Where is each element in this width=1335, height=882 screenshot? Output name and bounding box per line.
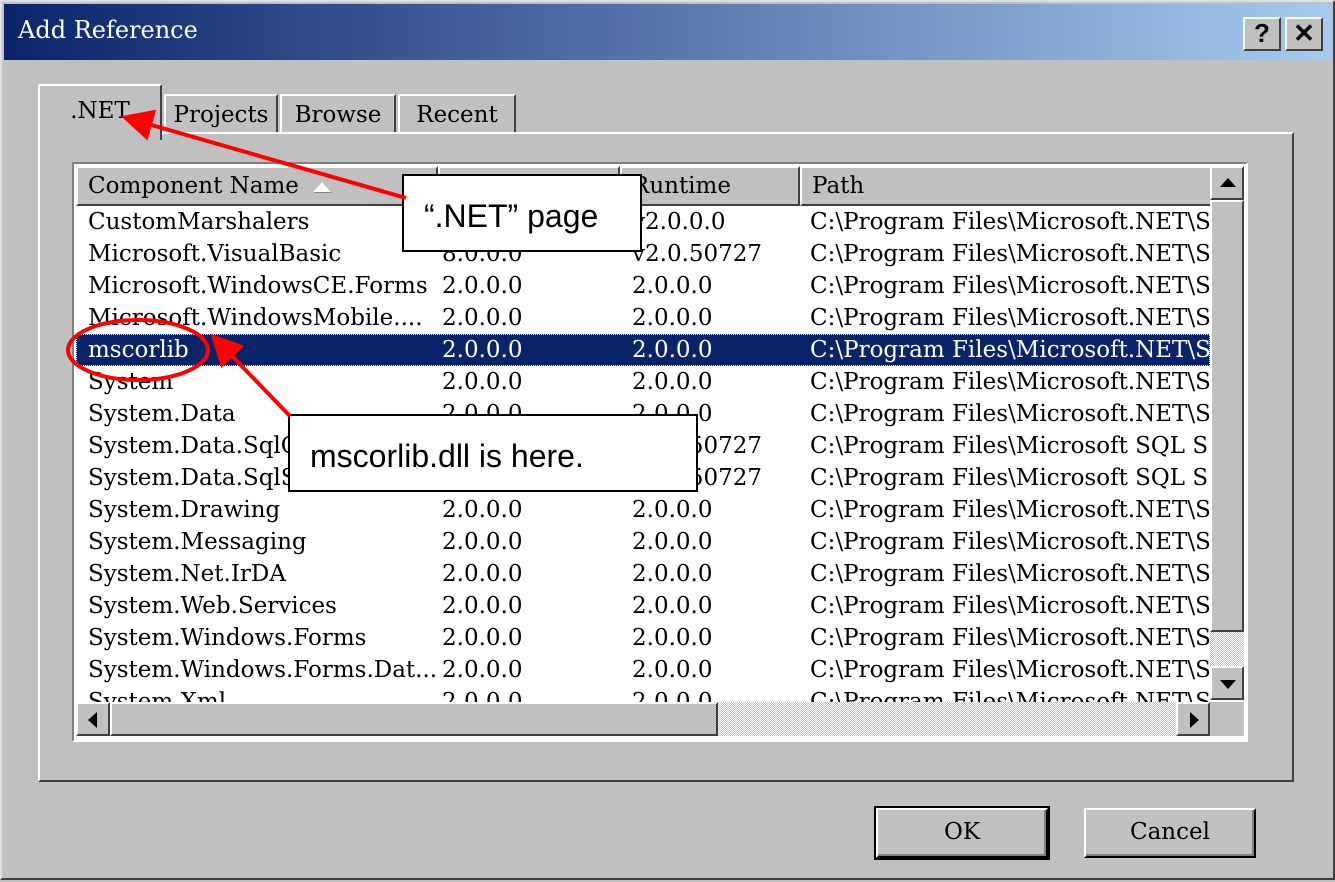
- list-header: Component Name Runtime Path: [76, 166, 1210, 206]
- tab-dotnet[interactable]: .NET: [38, 84, 162, 140]
- cell-path: C:\Program Files\Microsoft SQL S: [810, 433, 1209, 459]
- table-row[interactable]: System.Windows.Forms.Dat... 2.0.0.0 2.0.0.…: [76, 654, 1210, 686]
- column-header-component-name[interactable]: Component Name: [76, 166, 438, 206]
- cell-runtime: 2.0.0.0: [632, 369, 713, 395]
- cell-path: C:\Program Files\Microsoft.NET\S: [810, 529, 1210, 555]
- dialog-title: Add Reference: [18, 16, 198, 44]
- cell-runtime: v2.0.50727: [632, 241, 763, 267]
- cell-path: C:\Program Files\Microsoft.NET\S: [810, 273, 1210, 299]
- cell-version: 2.0.0.0: [442, 625, 523, 651]
- cell-component-name: Microsoft.WindowsMobile....: [88, 305, 423, 331]
- cell-runtime: 2.0.0.0: [632, 625, 713, 651]
- cell-version: 2.0.0.0: [442, 593, 523, 619]
- cell-path: C:\Program Files\Microsoft.NET\S: [810, 689, 1210, 702]
- table-row[interactable]: System.Messaging 2.0.0.0 2.0.0.0 C:\Program…: [76, 526, 1210, 558]
- tab-projects[interactable]: Projects: [164, 94, 278, 136]
- arrow-up-icon: [1220, 178, 1236, 187]
- scrollbar-corner: [1210, 702, 1244, 736]
- cell-component-name: mscorlib: [88, 337, 189, 363]
- cell-version: 2.0.0.0: [442, 561, 523, 587]
- cell-component-name: System.Messaging: [88, 529, 307, 555]
- cell-path: C:\Program Files\Microsoft.NET\S: [810, 625, 1210, 651]
- table-row[interactable]: System 2.0.0.0 2.0.0.0 C:\Program Files\Mic…: [76, 366, 1210, 398]
- cell-runtime: 2.0.0.0: [632, 337, 713, 363]
- cell-path: C:\Program Files\Microsoft SQL S: [810, 465, 1209, 491]
- cell-path: C:\Program Files\Microsoft.NET\S: [810, 657, 1210, 683]
- cell-runtime: 2.0.0.0: [632, 497, 713, 523]
- arrow-right-icon: [1190, 712, 1199, 728]
- cell-path: C:\Program Files\Microsoft.NET\S: [810, 497, 1210, 523]
- cell-runtime: 2.0.0.0: [632, 273, 713, 299]
- vertical-scroll-thumb[interactable]: [1210, 200, 1244, 632]
- table-row[interactable]: Microsoft.WindowsCE.Forms 2.0.0.0 2.0.0.0 C…: [76, 270, 1210, 302]
- help-button[interactable]: ?: [1243, 17, 1281, 51]
- column-header-runtime[interactable]: Runtime: [620, 166, 800, 206]
- table-row[interactable]: System.Net.IrDA 2.0.0.0 2.0.0.0 C:\Program …: [76, 558, 1210, 590]
- cell-runtime: 2.0.0.0: [632, 529, 713, 555]
- cell-version: 2.0.0.0: [442, 529, 523, 555]
- cell-component-name: System.Drawing: [88, 497, 281, 523]
- tab-browse[interactable]: Browse: [280, 94, 396, 136]
- vertical-scrollbar[interactable]: [1210, 166, 1244, 700]
- cancel-button[interactable]: Cancel: [1084, 808, 1256, 858]
- cell-version: 2.0.0.0: [442, 497, 523, 523]
- cell-path: C:\Program Files\Microsoft.NET\S: [810, 593, 1210, 619]
- cell-path: C:\Program Files\Microsoft.NET\S: [810, 369, 1210, 395]
- cell-component-name: System.Web.Services: [88, 593, 337, 619]
- cell-version: 2.0.0.0: [442, 305, 523, 331]
- table-row[interactable]: System.Xml 2.0.0.0 2.0.0.0 C:\Program Files…: [76, 686, 1210, 702]
- cell-runtime: 2.0.0.0: [632, 305, 713, 331]
- cell-runtime: 2.0.0.0: [632, 657, 713, 683]
- cell-version: 2.0.0.0: [442, 273, 523, 299]
- cell-runtime: 2.0.0.0: [632, 689, 713, 702]
- scroll-down-button[interactable]: [1210, 666, 1244, 700]
- cell-path: C:\Program Files\Microsoft.NET\S: [810, 561, 1210, 587]
- cell-component-name: System.Net.IrDA: [88, 561, 286, 587]
- cell-component-name: System.Windows.Forms: [88, 625, 367, 651]
- table-row[interactable]: System.Drawing 2.0.0.0 2.0.0.0 C:\Program F…: [76, 494, 1210, 526]
- cell-runtime: 2.0.0.0: [632, 593, 713, 619]
- arrow-left-icon: [88, 712, 97, 728]
- cell-version: 2.0.0.0: [442, 337, 523, 363]
- horizontal-scrollbar[interactable]: [76, 702, 1210, 736]
- table-row[interactable]: Microsoft.WindowsMobile.... 2.0.0.0 2.0.0.…: [76, 302, 1210, 334]
- table-row[interactable]: mscorlib 2.0.0.0 2.0.0.0 C:\Program Files\M…: [76, 334, 1210, 366]
- cell-path: C:\Program Files\Microsoft.NET\S: [810, 209, 1210, 235]
- cell-path: C:\Program Files\Microsoft.NET\S: [810, 401, 1210, 427]
- cell-component-name: System.Xml: [88, 689, 227, 702]
- cell-version: 2.0.0.0: [442, 369, 523, 395]
- ok-button[interactable]: OK: [874, 806, 1050, 860]
- horizontal-scroll-thumb[interactable]: [110, 702, 718, 736]
- scroll-right-button[interactable]: [1176, 702, 1210, 736]
- arrow-down-icon: [1220, 680, 1236, 689]
- add-reference-dialog: Add Reference ? ✕ .NET Projects Browse R…: [0, 0, 1335, 880]
- table-row[interactable]: CustomMarshalers v2.0.0.0 C:\Program Files…: [76, 206, 1210, 238]
- cell-version: 2.0.0.0: [442, 689, 523, 702]
- cell-component-name: CustomMarshalers: [88, 209, 310, 235]
- sort-ascending-icon: [312, 182, 331, 192]
- column-header-path[interactable]: Path: [800, 166, 1210, 206]
- annotation-mscorlib: mscorlib.dll is here.: [288, 414, 698, 492]
- scroll-left-button[interactable]: [76, 702, 110, 736]
- cell-runtime: v2.0.0.0: [632, 209, 726, 235]
- tab-recent[interactable]: Recent: [398, 94, 516, 136]
- close-button[interactable]: ✕: [1285, 17, 1323, 51]
- table-row[interactable]: Microsoft.VisualBasic 8.0.0.0 v2.0.50727 C:…: [76, 238, 1210, 270]
- table-row[interactable]: System.Windows.Forms 2.0.0.0 2.0.0.0 C:\Pro…: [76, 622, 1210, 654]
- cell-path: C:\Program Files\Microsoft.NET\S: [810, 337, 1210, 363]
- cell-component-name: System: [88, 369, 174, 395]
- scroll-up-button[interactable]: [1210, 166, 1244, 200]
- cell-component-name: Microsoft.WindowsCE.Forms: [88, 273, 428, 299]
- cell-path: C:\Program Files\Microsoft.NET\S: [810, 305, 1210, 331]
- title-bar: Add Reference ? ✕: [4, 4, 1331, 60]
- cell-component-name: Microsoft.VisualBasic: [88, 241, 342, 267]
- cell-component-name: System.Windows.Forms.Dat...: [88, 657, 438, 683]
- cell-version: 2.0.0.0: [442, 657, 523, 683]
- cell-path: C:\Program Files\Microsoft.NET\S: [810, 241, 1210, 267]
- annotation-net-page: “.NET” page: [402, 174, 642, 252]
- cell-runtime: 2.0.0.0: [632, 561, 713, 587]
- table-row[interactable]: System.Web.Services 2.0.0.0 2.0.0.0 C:\Prog…: [76, 590, 1210, 622]
